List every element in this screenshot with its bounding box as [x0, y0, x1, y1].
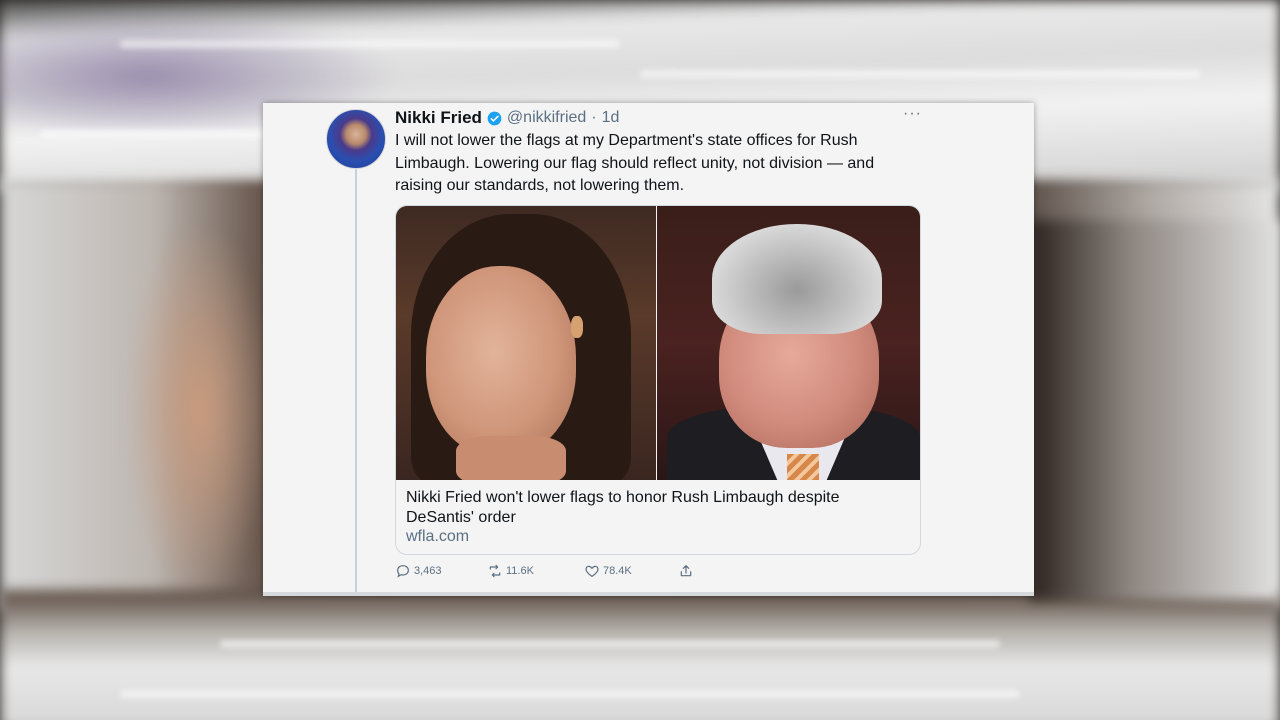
divider	[263, 592, 1034, 596]
like-count: 78.4K	[603, 565, 632, 577]
thread-line	[355, 169, 357, 596]
retweet-count: 11.6K	[506, 565, 534, 577]
author-handle[interactable]: @nikkifried	[507, 109, 586, 127]
tweet-header: Nikki Fried @nikkifried · 1d	[395, 105, 619, 131]
avatar[interactable]	[326, 109, 386, 169]
like-button[interactable]: 78.4K	[584, 563, 632, 579]
tweet-actions: 3,463 11.6K 78.4K	[395, 563, 795, 583]
retweet-button[interactable]: 11.6K	[487, 563, 534, 579]
link-title[interactable]: Nikki Fried won't lower flags to honor R…	[406, 488, 886, 528]
link-card[interactable]: Nikki Fried won't lower flags to honor R…	[395, 205, 921, 555]
link-domain[interactable]: wfla.com	[406, 528, 469, 546]
photo-rush-limbaugh	[657, 206, 920, 480]
retweet-icon	[489, 564, 501, 578]
like-icon	[585, 565, 599, 578]
separator: ·	[591, 109, 597, 126]
photo-nikki-fried	[396, 206, 656, 480]
more-icon[interactable]: ···	[903, 105, 922, 123]
timestamp[interactable]: 1d	[602, 109, 620, 127]
author-name[interactable]: Nikki Fried	[395, 108, 482, 128]
reply-count: 3,463	[414, 565, 442, 577]
share-button[interactable]	[678, 563, 694, 579]
reply-icon	[397, 565, 409, 578]
tweet-card[interactable]: Nikki Fried @nikkifried · 1d ··· I will …	[263, 103, 1034, 596]
reply-button[interactable]: 3,463	[395, 563, 442, 579]
share-icon	[680, 565, 692, 577]
tweet-text: I will not lower the flags at my Departm…	[395, 132, 875, 194]
verified-badge-icon	[487, 111, 502, 125]
